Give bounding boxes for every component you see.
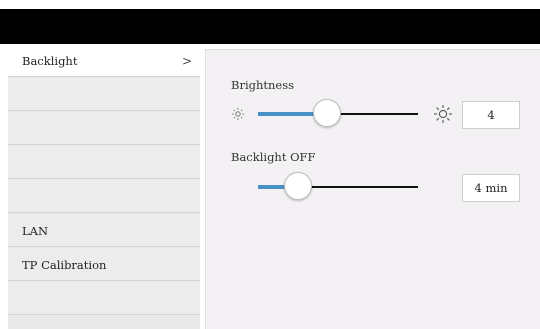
backlight-panel: Brightness 4 Backlight OFF 4 min — [205, 49, 540, 329]
backlight-off-slider[interactable] — [258, 172, 418, 202]
sidebar-item-empty-4[interactable] — [8, 180, 200, 213]
sidebar-item-label: TP Calibration — [22, 258, 107, 272]
brightness-title: Brightness — [231, 78, 295, 92]
sun-dim-icon — [232, 108, 244, 120]
sidebar-item-label: Backlight — [22, 54, 78, 68]
backlight-off-slider-thumb[interactable] — [284, 172, 312, 200]
sidebar-item-lan[interactable]: LAN — [8, 214, 200, 247]
brightness-slider-thumb[interactable] — [313, 99, 341, 127]
settings-window: Backlight > LAN TP Calibration Brightnes… — [8, 44, 540, 329]
sidebar-item-empty-5[interactable] — [8, 282, 200, 315]
sidebar-item-tp-calibration[interactable]: TP Calibration — [8, 248, 200, 281]
backlight-off-value: 4 min — [462, 174, 520, 202]
backlight-off-title: Backlight OFF — [231, 150, 316, 164]
top-bar — [0, 9, 540, 44]
sidebar: Backlight > LAN TP Calibration — [8, 44, 200, 329]
brightness-value: 4 — [462, 101, 520, 129]
chevron-right-icon: > — [181, 54, 192, 68]
sidebar-item-label: LAN — [22, 224, 49, 238]
sidebar-item-empty-2[interactable] — [8, 112, 200, 145]
sidebar-item-empty-3[interactable] — [8, 146, 200, 179]
sidebar-item-empty-1[interactable] — [8, 78, 200, 111]
brightness-slider[interactable] — [258, 99, 418, 129]
sidebar-item-backlight[interactable]: Backlight > — [8, 44, 200, 77]
sun-bright-icon — [434, 105, 452, 123]
